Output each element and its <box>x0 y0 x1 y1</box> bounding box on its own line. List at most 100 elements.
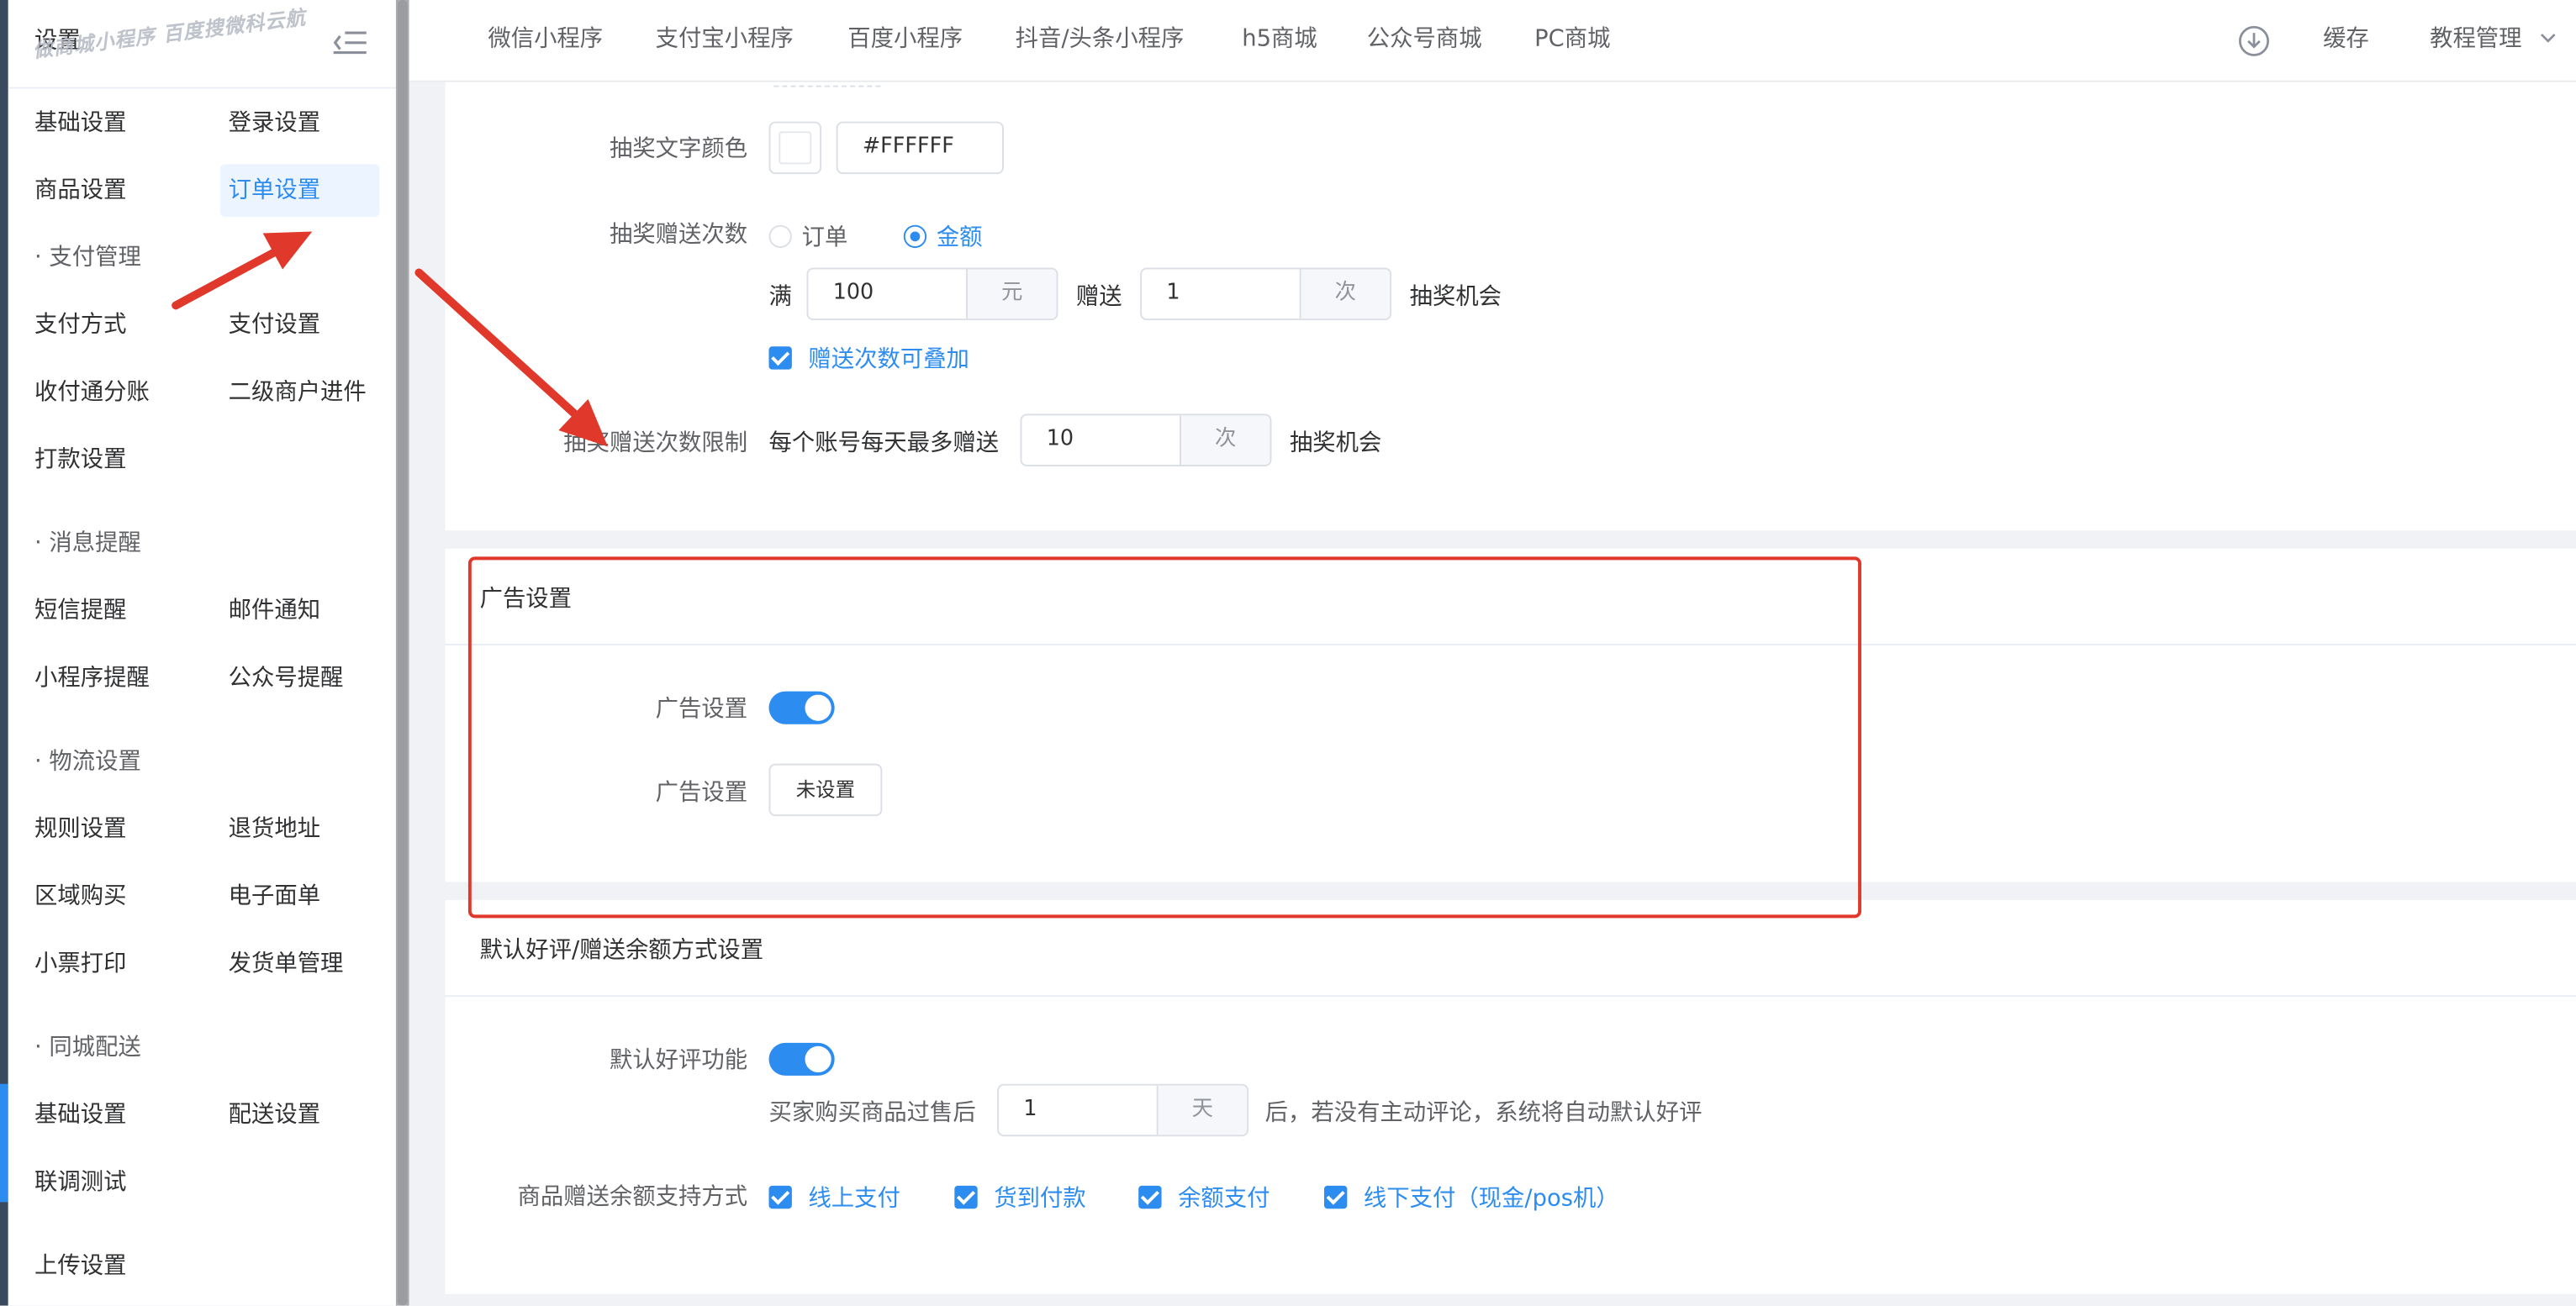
color-swatch-white <box>779 131 812 165</box>
dashed-divider <box>773 85 881 87</box>
cache-button[interactable]: 缓存 <box>2323 0 2369 82</box>
tab-alipay-mp[interactable]: 支付宝小程序 <box>656 0 794 82</box>
lottery-settings-panel <box>445 82 2576 531</box>
sidebar-edge-active <box>0 1083 8 1203</box>
sidebar-item-receipt-print[interactable]: 小票打印 <box>34 938 215 991</box>
tab-douyin-mp[interactable]: 抖音/头条小程序 <box>1016 0 1185 82</box>
gift-word-text: 赠送 <box>1075 284 1122 311</box>
tutorial-manage-menu[interactable]: 教程管理 <box>2430 0 2558 82</box>
sidebar-header: 设置 做商城小程序 百度搜微科云航 <box>8 0 396 89</box>
review-section-title: 默认好评/赠送余额方式设置 <box>479 937 764 965</box>
checkbox-online-pay[interactable]: 线上支付 <box>768 1181 900 1214</box>
sidebar-item-delivery-settings[interactable]: 配送设置 <box>220 1089 380 1142</box>
tab-wechat-mp[interactable]: 微信小程序 <box>488 0 603 82</box>
sidebar-item-login[interactable]: 登录设置 <box>220 97 380 150</box>
checkbox-checked-icon <box>768 346 792 370</box>
balance-methods-label: 商品赠送余额支持方式 <box>517 1183 748 1211</box>
sidebar-item-rules[interactable]: 规则设置 <box>34 803 215 856</box>
sidebar-item-region-buy[interactable]: 区域购买 <box>34 871 215 924</box>
limit-prefix-text: 每个账号每天最多赠送 <box>768 429 1000 457</box>
sidebar-item-city-basic[interactable]: 基础设置 <box>34 1089 215 1142</box>
sidebar-item-goods[interactable]: 商品设置 <box>34 164 215 217</box>
stackable-checkbox[interactable]: 赠送次数可叠加 <box>768 341 969 374</box>
download-circle-icon[interactable] <box>2237 24 2270 57</box>
radio-amount-label: 金额 <box>936 224 983 251</box>
sidebar-scrollbar[interactable] <box>395 0 409 1306</box>
tutorial-manage-label: 教程管理 <box>2430 26 2522 53</box>
sidebar-item-email[interactable]: 邮件通知 <box>220 585 380 638</box>
checkbox-cod[interactable]: 货到付款 <box>954 1181 1086 1214</box>
cod-label: 货到付款 <box>994 1185 1086 1213</box>
balance-pay-label: 余额支付 <box>1178 1185 1270 1213</box>
scrollbar-thumb[interactable] <box>397 0 408 1306</box>
default-review-label: 默认好评功能 <box>609 1047 748 1074</box>
lottery-limit-label: 抽奖赠送次数限制 <box>563 429 748 457</box>
radio-amount[interactable]: 金额 <box>903 220 983 253</box>
sidebar-item-payout[interactable]: 打款设置 <box>34 434 215 487</box>
sidebar-item-mp-notice[interactable]: 小程序提醒 <box>34 652 215 705</box>
online-pay-label: 线上支付 <box>808 1185 900 1213</box>
sidebar-item-split[interactable]: 收付通分账 <box>34 366 215 419</box>
radio-order[interactable]: 订单 <box>768 220 848 253</box>
top-nav: 微信小程序 支付宝小程序 百度小程序 抖音/头条小程序 h5商城 公众号商城 P… <box>409 0 2576 82</box>
after-sale-suffix-text: 后，若没有主动评论，系统将自动默认好评 <box>1264 1100 1702 1127</box>
color-picker-swatch[interactable] <box>768 121 822 175</box>
radio-dot-checked <box>903 224 927 249</box>
checkbox-offline-pay[interactable]: 线下支付（现金/pos机） <box>1323 1181 1619 1214</box>
sidebar-item-upload[interactable]: 上传设置 <box>34 1240 215 1293</box>
lottery-chance-text: 抽奖机会 <box>1409 284 1502 311</box>
sidebar-group-payment: · 支付管理 <box>34 245 141 271</box>
after-sale-prefix-text: 买家购买商品过售后 <box>768 1100 976 1127</box>
color-hex-input[interactable]: #FFFFFF <box>836 121 1004 175</box>
limit-count-input[interactable]: 10 次 <box>1020 413 1272 466</box>
review-section-divider <box>445 995 2576 998</box>
sidebar-group-city-delivery: · 同城配送 <box>34 1035 141 1061</box>
radio-dot <box>768 224 792 249</box>
sidebar-edge <box>0 0 8 1306</box>
chevron-down-icon <box>2541 34 2557 43</box>
limit-count-value[interactable]: 10 <box>1021 415 1180 465</box>
lottery-gift-count-label: 抽奖赠送次数 <box>609 221 748 249</box>
tab-pc-mall[interactable]: PC商城 <box>1534 0 1610 82</box>
sidebar-group-logistics: · 物流设置 <box>34 749 141 776</box>
settings-sidebar: 设置 做商城小程序 百度搜微科云航 基础设置 登录设置 商品设置 订单设置 · … <box>8 0 396 1306</box>
offline-pay-label: 线下支付（现金/pos机） <box>1363 1185 1619 1213</box>
checkbox-checked-icon <box>954 1185 978 1209</box>
checkbox-checked-icon <box>768 1185 792 1209</box>
full-amount-value[interactable]: 100 <box>808 269 966 319</box>
default-review-switch[interactable] <box>768 1042 835 1076</box>
radio-order-label: 订单 <box>801 224 848 251</box>
full-amount-unit: 元 <box>966 269 1057 319</box>
sidebar-item-oa-notice[interactable]: 公众号提醒 <box>220 652 380 705</box>
tab-baidu-mp[interactable]: 百度小程序 <box>847 0 963 82</box>
lottery-text-color-label: 抽奖文字颜色 <box>609 136 748 163</box>
stackable-label: 赠送次数可叠加 <box>808 346 969 373</box>
gift-count-unit: 次 <box>1299 269 1391 319</box>
checkbox-balance-pay[interactable]: 余额支付 <box>1138 1181 1270 1214</box>
menu-fold-icon[interactable] <box>332 28 368 57</box>
limit-count-unit: 次 <box>1180 415 1270 466</box>
sidebar-group-message: · 消息提醒 <box>34 530 141 557</box>
sidebar-item-order[interactable]: 订单设置 <box>219 164 380 217</box>
full-amount-input[interactable]: 100 元 <box>806 267 1058 321</box>
days-unit: 天 <box>1156 1085 1248 1135</box>
sidebar-item-basic[interactable]: 基础设置 <box>34 97 215 150</box>
sidebar-item-pay-method[interactable]: 支付方式 <box>34 299 215 352</box>
days-value[interactable]: 1 <box>999 1086 1157 1135</box>
limit-suffix-text: 抽奖机会 <box>1289 429 1382 457</box>
sidebar-item-ship-manage[interactable]: 发货单管理 <box>220 938 380 991</box>
gift-count-input[interactable]: 1 次 <box>1140 267 1392 321</box>
tab-h5-mall[interactable]: h5商城 <box>1242 0 1317 82</box>
sidebar-item-joint-test[interactable]: 联调测试 <box>34 1156 215 1209</box>
checkbox-checked-icon <box>1138 1185 1162 1209</box>
days-input[interactable]: 1 天 <box>997 1083 1249 1137</box>
sidebar-item-e-sheet[interactable]: 电子面单 <box>220 871 380 924</box>
sidebar-item-sub-merchant[interactable]: 二级商户进件 <box>220 366 380 419</box>
sidebar-item-pay-settings[interactable]: 支付设置 <box>220 299 380 352</box>
tab-oa-mall[interactable]: 公众号商城 <box>1367 0 1482 82</box>
full-prefix-text: 满 <box>768 284 792 311</box>
gift-count-value[interactable]: 1 <box>1142 269 1300 319</box>
sidebar-item-sms[interactable]: 短信提醒 <box>34 585 215 638</box>
sidebar-item-return-address[interactable]: 退货地址 <box>220 803 380 856</box>
checkbox-checked-icon <box>1323 1185 1348 1209</box>
